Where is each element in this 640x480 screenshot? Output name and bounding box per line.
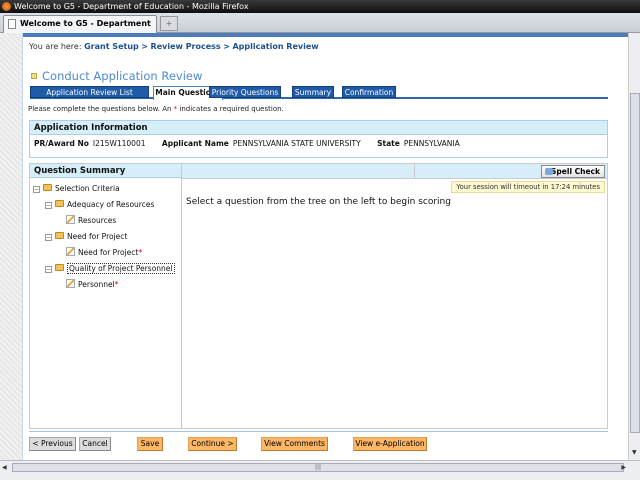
window-title: Welcome to G5 - Department of Education … [14, 2, 249, 11]
required-marker: * [173, 105, 178, 113]
folder-open-icon [55, 264, 64, 271]
view-comments-button[interactable]: View Comments [261, 437, 328, 451]
breadcrumb-separator: > [141, 42, 148, 51]
award-value: I215W110001 [92, 139, 146, 148]
question-summary-panel: Question Summary − Selection Criteria − Ad… [29, 163, 608, 429]
session-timeout-notice: Your session will timeout in 17:24 minut… [451, 181, 605, 193]
title-bullet-icon [31, 73, 37, 79]
award-label: PR/Award No [34, 139, 89, 148]
question-tree-pane: Question Summary − Selection Criteria − Ad… [30, 164, 182, 428]
view-e-application-button[interactable]: View e-Application [353, 437, 427, 451]
tab-strip: Application Review List Main Questions P… [30, 86, 608, 100]
folder-open-icon [55, 200, 64, 207]
node-label: Selection Criteria [55, 184, 120, 193]
instr-text: Please complete the questions below. An [28, 105, 172, 113]
tree-node-personnel[interactable]: Personnel* [66, 279, 118, 291]
page-title: Conduct Application Review [31, 69, 202, 83]
tree-node-need-for-project[interactable]: Need for Project* [66, 247, 142, 259]
node-label: Need for Project [78, 248, 139, 257]
breadcrumb-separator: > [223, 42, 230, 51]
breadcrumb-application-review: Application Review [232, 42, 319, 51]
applicant-value: PENNSYLVANIA STATE UNIVERSITY [232, 139, 361, 148]
pencil-icon [66, 247, 75, 256]
divider [29, 431, 608, 432]
question-summary-header: Question Summary [30, 164, 181, 178]
browser-tab-bar: Welcome to G5 - Department of Edu... + [0, 13, 640, 44]
breadcrumb-review-process[interactable]: Review Process [151, 42, 221, 51]
page-icon [8, 19, 16, 29]
collapse-icon[interactable]: − [45, 234, 52, 241]
collapse-icon[interactable]: − [45, 266, 52, 273]
scroll-down-arrow-icon[interactable]: ▼ [632, 449, 637, 456]
required-marker: * [114, 280, 119, 289]
previous-button[interactable]: < Previous [29, 437, 76, 451]
instructions: Please complete the questions below. An … [28, 105, 284, 113]
tab-confirmation[interactable]: Confirmation [342, 86, 396, 98]
tree-node-resources[interactable]: Resources [66, 215, 116, 227]
vertical-scroll-thumb[interactable] [630, 93, 640, 433]
breadcrumb-prefix: You are here: [29, 42, 82, 51]
window-titlebar: Welcome to G5 - Department of Education … [0, 0, 640, 13]
folder-open-icon [55, 232, 64, 239]
page-title-text: Conduct Application Review [42, 69, 203, 83]
scoring-prompt: Select a question from the tree on the l… [186, 197, 451, 207]
node-label: Adequacy of Resources [67, 200, 155, 209]
pencil-icon [66, 215, 75, 224]
spell-check-icon [545, 168, 553, 175]
state-value: PENNSYLVANIA [403, 139, 460, 148]
tree-node-need-for-project-group[interactable]: − Need for Project [45, 231, 127, 243]
application-info-panel: Application Information PR/Award No I215W… [29, 120, 608, 158]
breadcrumb: You are here: Grant Setup > Review Proce… [29, 42, 319, 51]
header-strip [23, 33, 629, 37]
breadcrumb-grant-setup[interactable]: Grant Setup [84, 42, 139, 51]
folder-open-icon [43, 184, 52, 191]
continue-button[interactable]: Continue > [188, 437, 237, 451]
save-button[interactable]: Save [137, 437, 163, 451]
tab-priority-questions[interactable]: Priority Questions [209, 86, 281, 98]
spell-check-label: Spell Check [551, 167, 600, 176]
node-label: Resources [78, 216, 117, 225]
scroll-left-arrow-icon[interactable]: ◀ [2, 464, 7, 471]
firefox-icon [2, 2, 11, 11]
scoring-pane: Spell Check Your session will timeout in… [182, 164, 607, 428]
node-label: Quality of Project Personnel [67, 263, 175, 274]
scroll-right-arrow-icon[interactable]: ▶ [621, 464, 626, 471]
pencil-icon [66, 279, 75, 288]
viewport: You are here: Grant Setup > Review Proce… [0, 33, 629, 460]
new-tab-button[interactable]: + [160, 16, 178, 31]
tree-node-selection-criteria[interactable]: − Selection Criteria [33, 183, 120, 195]
applicant-label: Applicant Name [161, 139, 229, 148]
tree-node-quality-of-project-personnel[interactable]: − Quality of Project Personnel [45, 263, 175, 275]
app-info-header: Application Information [30, 121, 607, 135]
tree-node-adequacy-of-resources[interactable]: − Adequacy of Resources [45, 199, 154, 211]
state-label: State [377, 139, 400, 148]
node-label: Personnel [78, 280, 115, 289]
spell-check-button[interactable]: Spell Check [541, 165, 605, 178]
scoring-header: Spell Check [182, 164, 607, 179]
instr-text: indicates a required question. [179, 105, 284, 113]
cancel-button[interactable]: Cancel [79, 437, 111, 451]
tab-summary[interactable]: Summary [292, 86, 334, 98]
vertical-scrollbar[interactable]: ▼ [628, 33, 640, 460]
required-marker: * [138, 248, 143, 257]
page: You are here: Grant Setup > Review Proce… [22, 33, 629, 460]
collapse-icon[interactable]: − [33, 186, 40, 193]
horizontal-scrollbar[interactable]: ◀ ||| ▶ [0, 460, 640, 480]
tab-application-review-list[interactable]: Application Review List [30, 86, 149, 98]
node-label: Need for Project [67, 232, 128, 241]
horizontal-scroll-thumb[interactable]: ||| [12, 463, 624, 472]
browser-tab[interactable]: Welcome to G5 - Department of Edu... [3, 15, 157, 44]
collapse-icon[interactable]: − [45, 202, 52, 209]
